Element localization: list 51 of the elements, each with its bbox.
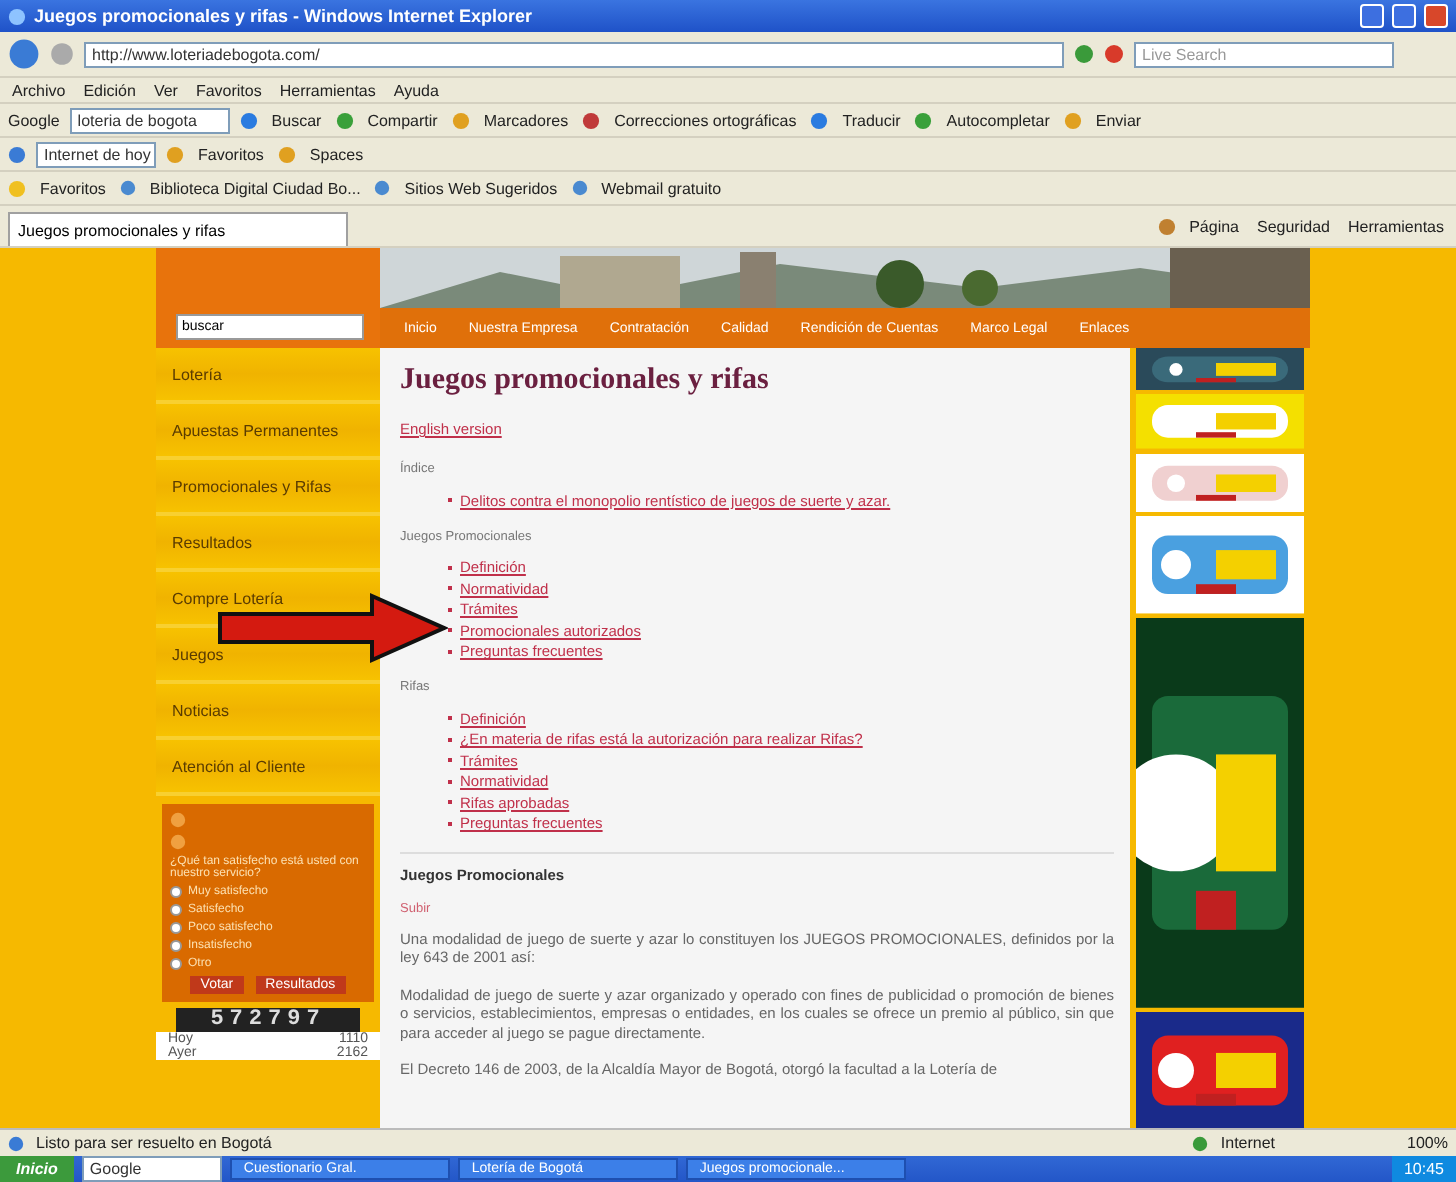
side-menu-item[interactable]: Lotería: [156, 348, 380, 404]
page-title: Juegos promocionales y rifas: [400, 364, 771, 398]
radio-button[interactable]: [170, 922, 182, 934]
menu-item[interactable]: Herramientas: [275, 81, 380, 99]
menu-item[interactable]: Edición: [79, 81, 140, 99]
clock: 10:45: [1403, 1160, 1444, 1178]
start-button[interactable]: Inicio: [0, 1156, 74, 1182]
toolbar-button[interactable]: Spaces: [305, 145, 368, 163]
toolbar-button[interactable]: Traducir: [838, 111, 905, 129]
window-title: Juegos promocionales y rifas - Windows Internet Explorer: [34, 6, 534, 26]
command-button[interactable]: Herramientas: [1343, 217, 1448, 235]
toolbar-button[interactable]: Autocompletar: [942, 111, 1054, 129]
visit-counter: 572797: [176, 1008, 360, 1032]
status-text: Listo para ser resuelto en Bogotá: [36, 1134, 274, 1152]
toolbar-button[interactable]: Enviar: [1091, 111, 1146, 129]
side-menu-item[interactable]: Atención al Cliente: [156, 740, 380, 796]
minimize-button[interactable]: [1360, 4, 1384, 28]
toolbar-label: Google: [8, 111, 60, 129]
menu-item[interactable]: Ayuda: [389, 81, 443, 99]
favorites-button[interactable]: Favoritos: [36, 179, 110, 197]
favorite-link[interactable]: Sitios Web Sugeridos: [400, 179, 562, 197]
zone-label: Internet: [1220, 1134, 1276, 1152]
command-button[interactable]: Página: [1185, 217, 1243, 235]
toolbar-search-field[interactable]: loteria de bogota: [69, 107, 230, 133]
radio-button[interactable]: [170, 904, 182, 916]
toolbar-button[interactable]: Correcciones ortográficas: [610, 111, 801, 129]
menu-item[interactable]: Favoritos: [191, 81, 266, 99]
side-menu-item[interactable]: Apuestas Permanentes: [156, 404, 380, 460]
close-button[interactable]: [1424, 4, 1448, 28]
browser-tab[interactable]: Juegos promocionales y rifas: [8, 212, 348, 246]
toolbar-search-field[interactable]: Internet de hoy: [36, 141, 156, 167]
toolbar-button[interactable]: Compartir: [363, 111, 442, 129]
favorite-link[interactable]: Webmail gratuito: [597, 179, 726, 197]
menu-item[interactable]: Archivo: [8, 81, 70, 99]
search-field[interactable]: Live Search: [1134, 41, 1394, 67]
toolbar-button[interactable]: Marcadores: [479, 111, 573, 129]
radio-button[interactable]: [170, 958, 182, 970]
favorite-link[interactable]: Biblioteca Digital Ciudad Bo...: [145, 179, 365, 197]
side-menu-item[interactable]: Noticias: [156, 684, 380, 740]
menu-item[interactable]: Ver: [149, 81, 182, 99]
zoom-label[interactable]: 100%: [1407, 1134, 1448, 1152]
toolbar-button[interactable]: Favoritos: [194, 145, 268, 163]
radio-button[interactable]: [170, 886, 182, 898]
side-menu-item[interactable]: Promocionales y Rifas: [156, 460, 380, 516]
toolbar-button[interactable]: Buscar: [267, 111, 326, 129]
address-field[interactable]: http://www.loteriadebogota.com/: [84, 41, 1064, 67]
maximize-button[interactable]: [1392, 4, 1416, 28]
command-button[interactable]: Seguridad: [1253, 217, 1334, 235]
taskbar-search-field[interactable]: Google: [81, 1156, 222, 1182]
radio-button[interactable]: [170, 940, 182, 952]
side-menu-item[interactable]: Resultados: [156, 516, 380, 572]
